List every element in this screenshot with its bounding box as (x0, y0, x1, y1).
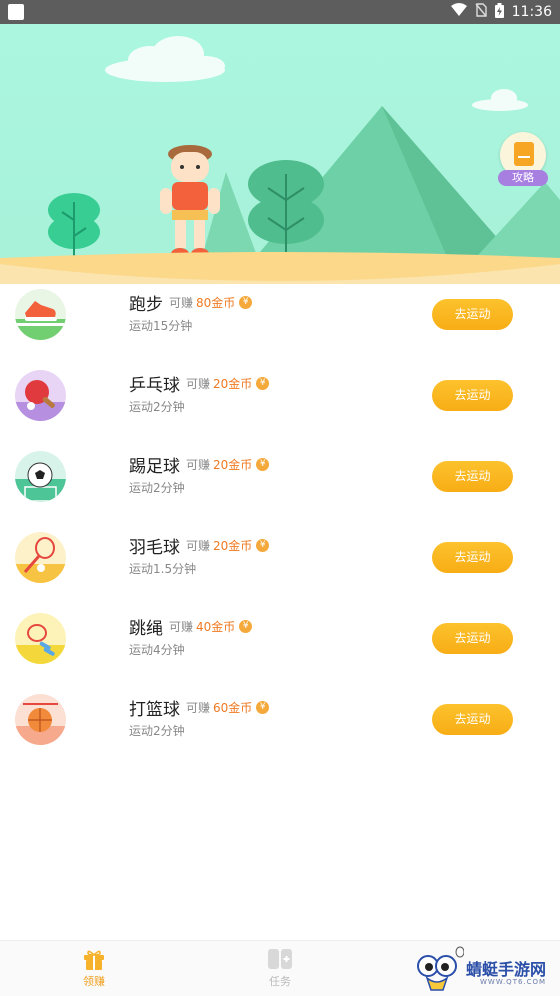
tab-earn-label: 领赚 (83, 975, 105, 988)
activity-duration: 运动1.5分钟 (129, 562, 197, 576)
dragonfly-mascot-icon (417, 946, 464, 991)
coin-icon: ¥ (239, 296, 253, 309)
tab-task-label: 任务 (269, 975, 291, 988)
watermark: 蜻蜓手游网 WWW.QT6.COM (410, 946, 558, 994)
cloud-icon (105, 36, 528, 111)
no-sim-icon (475, 3, 487, 21)
go-exercise-button[interactable]: 去运动 (432, 704, 513, 735)
activity-name: 踢足球 (129, 457, 180, 477)
earn-prefix: 可赚 (186, 458, 211, 472)
earn-prefix: 可赚 (169, 296, 194, 310)
earn-amount: 80金币 (196, 296, 236, 310)
coin-icon: ¥ (256, 377, 270, 390)
badminton-icon (15, 532, 66, 583)
running-shoe-icon (15, 289, 66, 340)
earn-info: 可赚 60金币 ¥ (186, 699, 270, 716)
coin-icon: ¥ (256, 539, 270, 552)
watermark-url: WWW.QT6.COM (480, 978, 547, 986)
coin-icon: ¥ (239, 620, 253, 633)
activity-duration: 运动2分钟 (129, 400, 185, 414)
list-item: 踢足球 可赚 20金币 ¥ 运动2分钟 去运动 (0, 436, 560, 517)
earn-amount: 60金币 (213, 701, 253, 715)
ping-pong-icon (15, 370, 66, 421)
earn-info: 可赚 20金币 ¥ (186, 375, 270, 392)
coin-icon: ¥ (256, 458, 270, 471)
go-exercise-button[interactable]: 去运动 (432, 542, 513, 573)
earn-prefix: 可赚 (186, 539, 211, 553)
list-item: 羽毛球 可赚 20金币 ¥ 运动1.5分钟 去运动 (0, 517, 560, 598)
list-item: 打篮球 可赚 60金币 ¥ 运动2分钟 去运动 (0, 679, 560, 760)
earn-prefix: 可赚 (169, 620, 194, 634)
tree-icon (48, 193, 100, 256)
list-item: 跳绳 可赚 40金币 ¥ 运动4分钟 去运动 (0, 598, 560, 679)
earn-prefix: 可赚 (186, 377, 211, 391)
go-exercise-button[interactable]: 去运动 (432, 299, 513, 330)
task-icon (268, 949, 292, 969)
activity-name: 跳绳 (129, 619, 163, 639)
battery-charging-icon (494, 2, 504, 22)
notification-square-icon (8, 4, 24, 20)
activity-list: 跑步 可赚 80金币 ¥ 运动15分钟 去运动 乒乓球 可赚 20金币 ¥ 运动… (0, 274, 560, 760)
activity-name: 羽毛球 (129, 538, 180, 558)
earn-info: 可赚 80金币 ¥ (169, 294, 253, 311)
earn-info: 可赚 20金币 ¥ (186, 456, 270, 473)
earn-info: 可赚 20金币 ¥ (186, 537, 270, 554)
earn-prefix: 可赚 (186, 701, 211, 715)
status-time: 11:36 (511, 4, 552, 20)
activity-duration: 运动4分钟 (129, 643, 185, 657)
go-exercise-button[interactable]: 去运动 (432, 623, 513, 654)
activity-duration: 运动2分钟 (129, 724, 185, 738)
soccer-ball-icon (15, 451, 66, 502)
earn-info: 可赚 40金币 ¥ (169, 618, 253, 635)
tab-earn[interactable]: 领赚 (64, 947, 124, 991)
status-bar-right: 11:36 (450, 0, 552, 24)
hero-scene-illustration (0, 36, 560, 284)
gift-icon (84, 950, 104, 970)
earn-amount: 20金币 (213, 539, 253, 553)
activity-duration: 运动15分钟 (129, 319, 193, 333)
list-item: 乒乓球 可赚 20金币 ¥ 运动2分钟 去运动 (0, 355, 560, 436)
hero-banner (0, 24, 560, 284)
status-bar: 11:36 (0, 0, 560, 24)
watermark-title: 蜻蜓手游网 (466, 960, 547, 979)
guide-label: 攻略 (498, 170, 548, 186)
book-icon (514, 142, 534, 166)
activity-name: 跑步 (129, 295, 163, 315)
wifi-icon (450, 3, 467, 21)
activity-name: 乒乓球 (129, 376, 180, 396)
guide-button[interactable]: 攻略 (498, 132, 548, 186)
basketball-icon (15, 694, 66, 745)
activity-name: 打篮球 (129, 700, 180, 720)
earn-amount: 40金币 (196, 620, 236, 634)
go-exercise-button[interactable]: 去运动 (432, 380, 513, 411)
coin-icon: ¥ (256, 701, 270, 714)
earn-amount: 20金币 (213, 458, 253, 472)
earn-amount: 20金币 (213, 377, 253, 391)
list-item: 跑步 可赚 80金币 ¥ 运动15分钟 去运动 (0, 274, 560, 355)
go-exercise-button[interactable]: 去运动 (432, 461, 513, 492)
jump-rope-icon (15, 613, 66, 664)
activity-duration: 运动2分钟 (129, 481, 185, 495)
tab-task[interactable]: 任务 (250, 947, 310, 991)
